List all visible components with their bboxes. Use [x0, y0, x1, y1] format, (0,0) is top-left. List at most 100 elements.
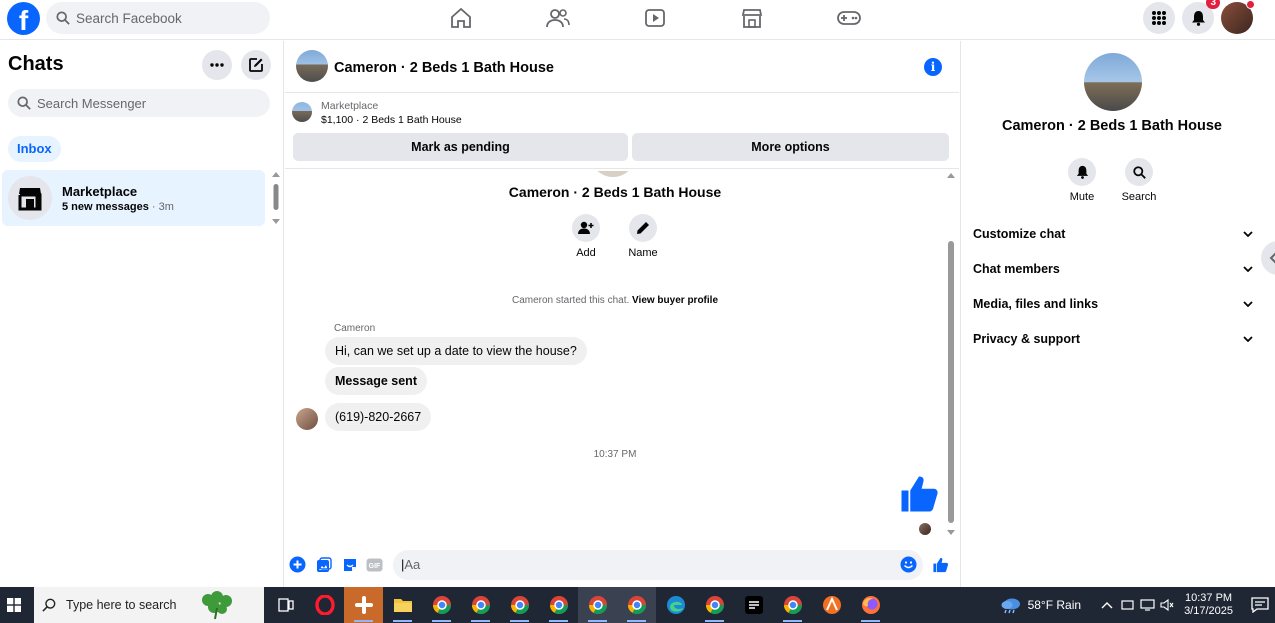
- chat-details-panel: Cameron · 2 Beds 1 Bath House Mute Searc…: [960, 41, 1275, 587]
- emoji-button[interactable]: [900, 556, 917, 573]
- keyboard-icon[interactable]: [1121, 599, 1134, 611]
- notifications-button[interactable]: 3: [1182, 0, 1220, 34]
- menu-button[interactable]: [1143, 2, 1175, 34]
- listing-thumbnail[interactable]: [296, 50, 328, 82]
- chats-title: Chats: [8, 53, 64, 75]
- file-explorer-app[interactable]: [383, 587, 422, 623]
- conversation-header: Cameron · 2 Beds 1 Bath House i: [285, 41, 959, 93]
- app-icon: [822, 596, 841, 614]
- message-bubble[interactable]: Hi, can we set up a date to view the hou…: [325, 337, 587, 365]
- more-actions-button[interactable]: [289, 556, 306, 573]
- info-icon[interactable]: i: [924, 58, 942, 76]
- chrome-icon: [783, 596, 802, 615]
- listing-banner-thumbnail[interactable]: [292, 102, 312, 122]
- more-options-button[interactable]: More options: [632, 133, 949, 161]
- chevron-down-icon: [1243, 231, 1253, 237]
- chrome-icon: [432, 596, 451, 615]
- clock[interactable]: 10:37 PM 3/17/2025: [1184, 592, 1233, 618]
- chrome-profile-app[interactable]: [500, 587, 539, 623]
- nav-video[interactable]: [606, 4, 703, 32]
- task-view-icon: [277, 598, 294, 612]
- bell-icon: [1191, 11, 1205, 26]
- account-avatar[interactable]: [1221, 0, 1255, 34]
- facebook-logo[interactable]: f: [7, 2, 40, 35]
- chats-options-button[interactable]: [202, 50, 232, 80]
- mark-pending-button[interactable]: Mark as pending: [293, 133, 628, 161]
- app-orange[interactable]: [812, 587, 851, 623]
- collapse-panel-handle[interactable]: [1261, 241, 1275, 275]
- chevron-up-icon[interactable]: [1101, 601, 1113, 609]
- chrome-profile-app[interactable]: [539, 587, 578, 623]
- nav-home[interactable]: [412, 4, 509, 32]
- home-icon: [450, 8, 471, 28]
- sender-avatar[interactable]: [296, 408, 318, 430]
- chevron-left-icon: [1269, 252, 1275, 264]
- media-player-icon: [744, 596, 763, 614]
- chevron-down-icon: [1243, 336, 1253, 342]
- taskbar-search-placeholder: Type here to search: [66, 598, 177, 612]
- customize-chat-section[interactable]: Customize chat: [973, 222, 1253, 246]
- task-view-button[interactable]: [266, 587, 305, 623]
- message-bubble[interactable]: (619)-820-2667: [325, 403, 432, 431]
- network-icon[interactable]: [1140, 599, 1155, 611]
- chrome-profile-app[interactable]: [461, 587, 500, 623]
- seen-avatar: [919, 523, 931, 535]
- thread-scrollbar[interactable]: [946, 171, 956, 547]
- add-button[interactable]: Add: [556, 214, 616, 259]
- sticker-button[interactable]: [341, 556, 358, 573]
- chrome-profile-app[interactable]: [773, 587, 812, 623]
- chrome-profile-app[interactable]: [617, 587, 656, 623]
- details-listing-photo[interactable]: [1084, 53, 1142, 111]
- chrome-profile-app[interactable]: [578, 587, 617, 623]
- start-button[interactable]: [0, 587, 28, 623]
- volume-muted-icon[interactable]: [1160, 599, 1174, 611]
- chrome-icon: [549, 596, 568, 615]
- chevron-down-icon: [1243, 301, 1253, 307]
- name-button[interactable]: Name: [613, 214, 673, 259]
- chrome-icon: [471, 596, 490, 615]
- view-buyer-profile-link[interactable]: View buyer profile: [632, 295, 718, 306]
- chat-started-notice: Cameron started this chat. View buyer pr…: [285, 295, 945, 306]
- message-bubble[interactable]: Message sent: [325, 367, 427, 395]
- slack-app[interactable]: [344, 587, 383, 623]
- media-files-links-section[interactable]: Media, files and links: [973, 292, 1253, 316]
- media-app[interactable]: [734, 587, 773, 623]
- privacy-support-section[interactable]: Privacy & support: [973, 327, 1253, 351]
- new-message-button[interactable]: [241, 50, 271, 80]
- opera-app[interactable]: [305, 587, 344, 623]
- listing-price-title[interactable]: $1,100 · 2 Beds 1 Bath House: [321, 114, 462, 126]
- details-title: Cameron · 2 Beds 1 Bath House: [1002, 118, 1222, 134]
- firefox-app[interactable]: [851, 587, 890, 623]
- nav-marketplace[interactable]: [703, 4, 800, 32]
- messenger-search-input[interactable]: Search Messenger: [8, 89, 270, 117]
- inbox-filter-chip[interactable]: Inbox: [8, 136, 61, 162]
- bell-icon: [1068, 158, 1096, 186]
- edge-app[interactable]: [656, 587, 695, 623]
- facebook-search-placeholder: Search Facebook: [76, 10, 182, 26]
- mute-button[interactable]: Mute: [1057, 158, 1107, 203]
- chrome-profile-app[interactable]: [695, 587, 734, 623]
- gif-button[interactable]: GIF: [366, 556, 383, 573]
- top-bar: f Search Facebook 3: [0, 0, 1275, 40]
- facebook-search-input[interactable]: Search Facebook: [46, 2, 270, 34]
- plus-circle-icon: [289, 556, 306, 573]
- search-in-chat-button[interactable]: Search: [1114, 158, 1164, 203]
- chats-scrollbar[interactable]: [272, 172, 280, 224]
- chrome-icon: [510, 596, 529, 615]
- message-input[interactable]: |Aa: [393, 550, 923, 580]
- chat-members-section[interactable]: Chat members: [973, 257, 1253, 281]
- conversation-summary-text: 5 new messages: [62, 201, 149, 213]
- thumbs-up-icon: [933, 557, 949, 572]
- conversation-marketplace[interactable]: Marketplace 5 new messages · 3m: [2, 170, 265, 226]
- notification-center-icon[interactable]: [1251, 597, 1269, 613]
- weather-text[interactable]: 58°F Rain: [1028, 598, 1082, 612]
- chrome-app[interactable]: [422, 587, 461, 623]
- taskbar-search-input[interactable]: Type here to search: [34, 587, 264, 623]
- send-like-button[interactable]: [932, 556, 949, 573]
- marketplace-avatar: [8, 176, 52, 220]
- conversation-title[interactable]: Cameron · 2 Beds 1 Bath House: [334, 60, 554, 76]
- nav-friends[interactable]: [509, 4, 606, 32]
- attach-photo-button[interactable]: [315, 556, 332, 573]
- marketplace-icon: [741, 9, 762, 28]
- nav-gaming[interactable]: [800, 4, 897, 32]
